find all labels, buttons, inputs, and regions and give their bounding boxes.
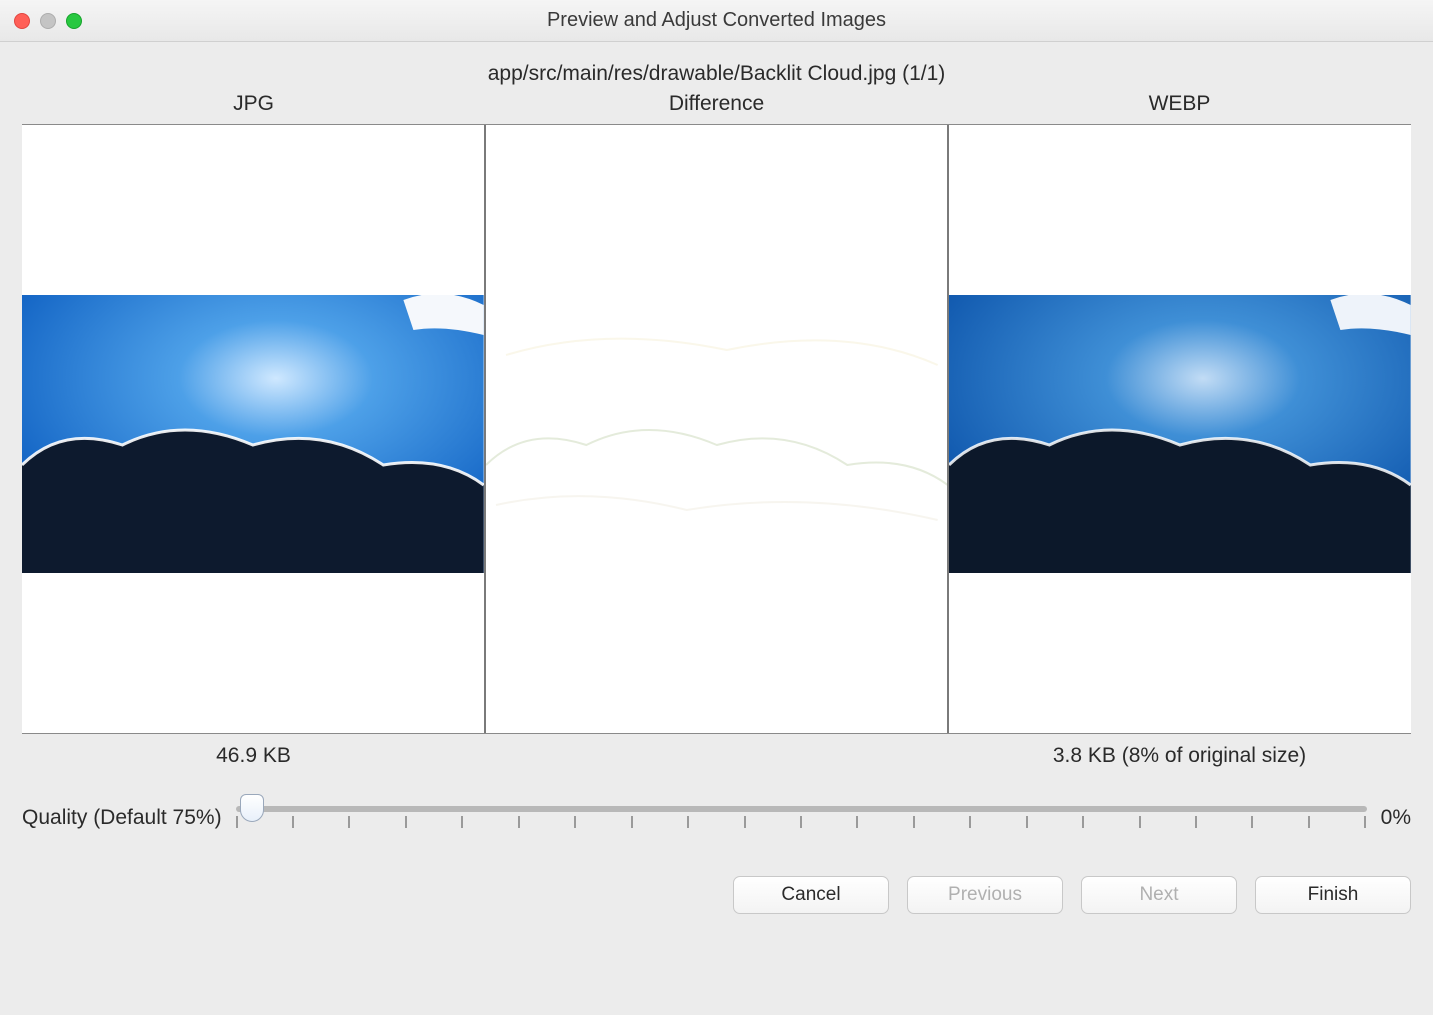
cancel-button[interactable]: Cancel [733, 876, 889, 914]
slider-ticks [236, 816, 1367, 830]
column-header-webp: WEBP [948, 92, 1411, 116]
window-titlebar: Preview and Adjust Converted Images [0, 0, 1433, 42]
quality-row: Quality (Default 75%) 0% [22, 798, 1411, 838]
preview-panels [22, 124, 1411, 734]
preview-panel-jpg [22, 125, 484, 733]
window-title: Preview and Adjust Converted Images [0, 9, 1433, 32]
difference-preview-image [486, 295, 948, 573]
quality-slider[interactable] [236, 798, 1367, 838]
minimize-window-button[interactable] [40, 13, 56, 29]
previous-button[interactable]: Previous [907, 876, 1063, 914]
jpg-preview-image [22, 295, 484, 573]
difference-size-label [485, 744, 948, 768]
next-button[interactable]: Next [1081, 876, 1237, 914]
dialog-buttons: Cancel Previous Next Finish [22, 876, 1411, 914]
webp-preview-image [949, 295, 1411, 573]
column-headers: JPG Difference WEBP [22, 92, 1411, 116]
preview-panel-webp [947, 125, 1411, 733]
finish-button[interactable]: Finish [1255, 876, 1411, 914]
maximize-window-button[interactable] [66, 13, 82, 29]
jpg-size-label: 46.9 KB [22, 744, 485, 768]
webp-size-label: 3.8 KB (8% of original size) [948, 744, 1411, 768]
file-path-label: app/src/main/res/drawable/Backlit Cloud.… [22, 62, 1411, 86]
preview-panel-difference [484, 125, 948, 733]
size-labels: 46.9 KB 3.8 KB (8% of original size) [22, 744, 1411, 768]
traffic-lights [14, 13, 82, 29]
column-header-difference: Difference [485, 92, 948, 116]
close-window-button[interactable] [14, 13, 30, 29]
quality-value-label: 0% [1381, 806, 1411, 830]
slider-track [236, 806, 1367, 812]
quality-label: Quality (Default 75%) [22, 806, 222, 830]
column-header-jpg: JPG [22, 92, 485, 116]
